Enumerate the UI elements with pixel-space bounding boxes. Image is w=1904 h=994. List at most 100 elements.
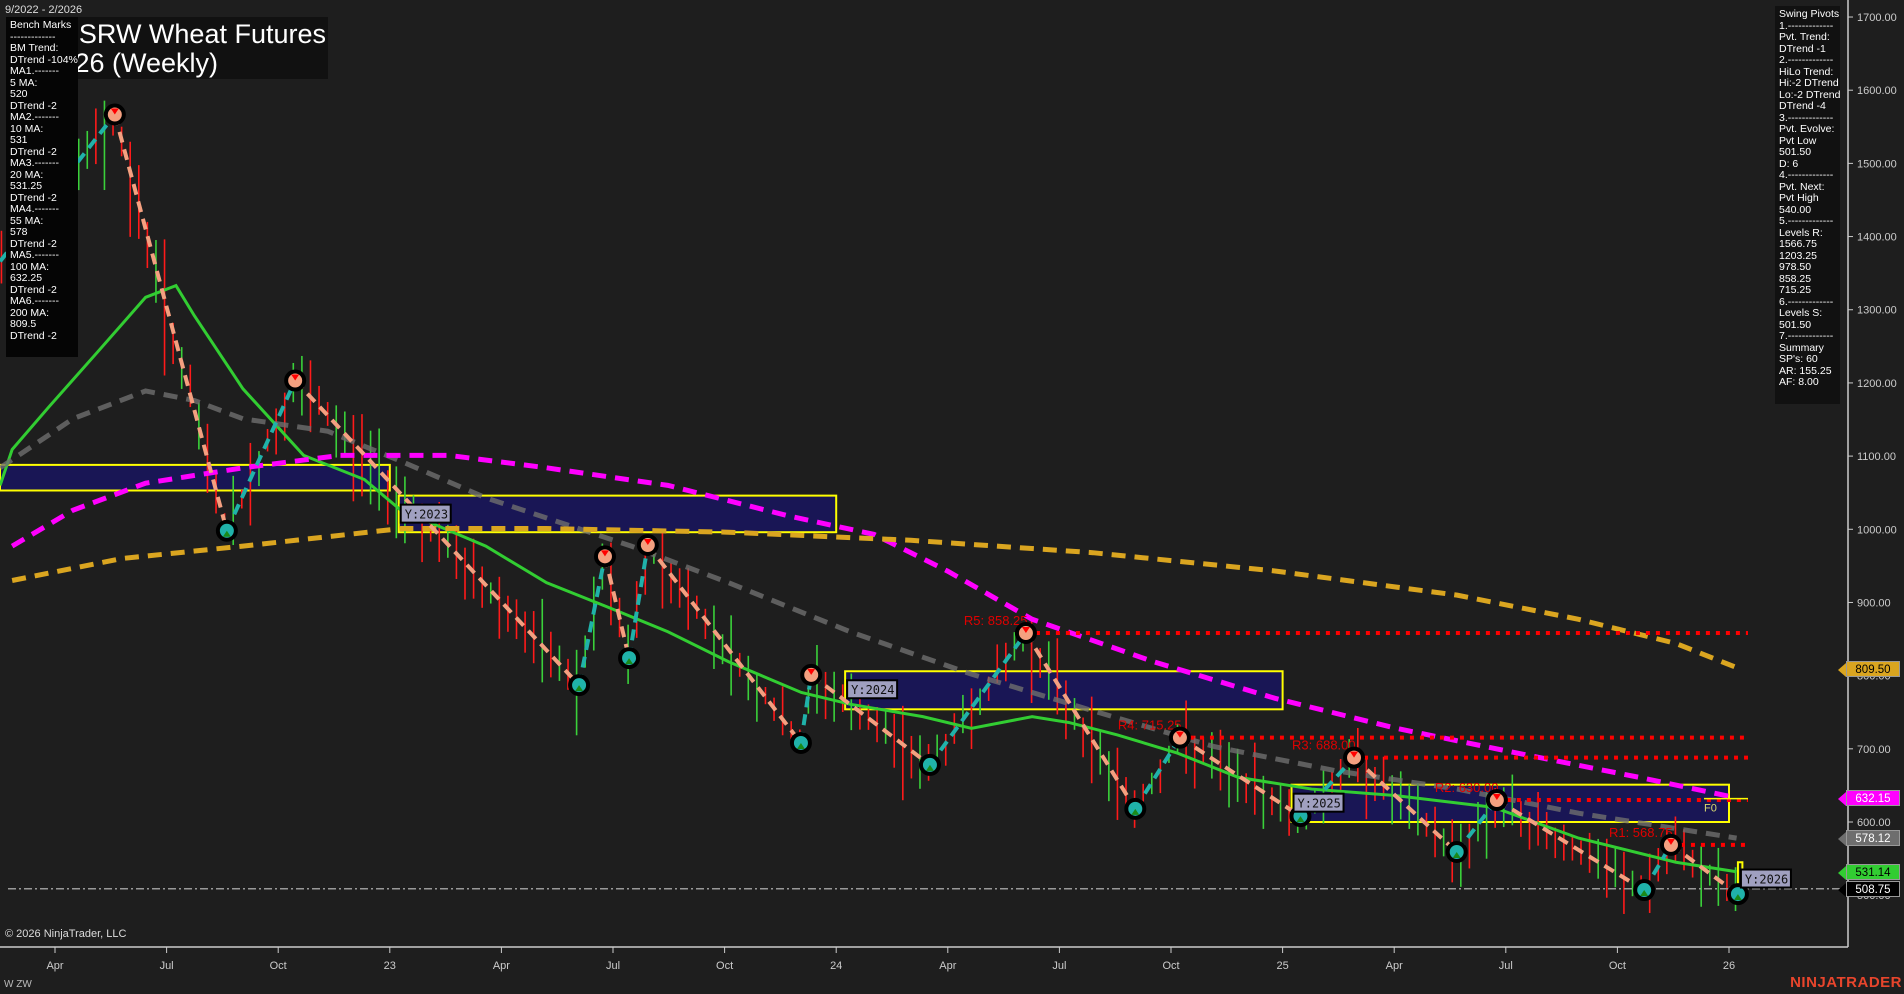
swing-pivots-panel: Swing Pivots 1.------------- Pvt. Trend: DT… [1775,6,1840,404]
y-tick-label: 1300.00 [1857,305,1897,317]
panel-line: Pvt. Trend: [1779,31,1830,43]
y-tick-label: 1400.00 [1857,232,1897,244]
y-tick-label: 1600.00 [1857,85,1897,97]
panel-line: MA3.------- [10,157,59,169]
price-tag: 632.15 [1838,790,1900,807]
panel-line: 978.50 [1779,261,1812,273]
pivot-high-marker [1659,833,1682,856]
pivot-low-marker [618,647,641,670]
y-tick-label: 1700.00 [1857,12,1897,24]
symbol-label: W ZW [4,979,32,990]
fib-label: F0 [1704,803,1717,815]
year-range-box [1290,783,1730,824]
pivot-high-marker [1343,746,1366,769]
year-label: Y:2024 [846,679,899,700]
panel-line: 715.25 [1779,284,1812,296]
year-label-text: Y:2023 [405,508,448,522]
y-tick-label: 1500.00 [1857,158,1897,170]
pivot-high-marker [636,534,659,557]
year-range-box [397,494,838,534]
swing-lines [0,113,1740,896]
chart-title: Chicago SRW Wheat Futures ZW 03-26 (Week… [73,17,328,79]
pivot-low-marker [1445,841,1468,864]
panel-line: BM Trend: [10,42,59,54]
bench-marks-panel: Bench Marks ------------- BM Trend: DTrend … [6,17,78,357]
y-tick-label: 900.00 [1857,597,1891,609]
price-tag: 508.75 [1838,880,1900,897]
title-instrument: Chicago SRW Wheat Futures [73,19,326,49]
x-tick-label: Oct [716,960,733,972]
panel-line: 4.------------- [1779,169,1834,181]
panel-line: 520 [10,88,28,100]
x-tick-label: Apr [493,960,510,972]
x-tick-label: Jul [160,960,174,972]
panel-line: Pvt. Evolve: [1779,123,1835,135]
ninjatrader-logo: NINJATRADER [1790,974,1902,991]
pivot-high-marker [1168,726,1191,749]
price-tag: 809.50 [1838,660,1900,677]
panel-line: MA4.------- [10,203,59,215]
pivot-high-marker [1485,789,1508,812]
panel-line: Pvt High [1779,192,1819,204]
year-label: Y:2026 [1739,868,1792,889]
x-tick-label: 24 [830,960,842,972]
copyright: © 2026 NinjaTrader, LLC [5,928,127,940]
panel-line: AF: 8.00 [1779,376,1819,388]
x-tick-label: 25 [1276,960,1288,972]
x-tick-label: Apr [1386,960,1403,972]
panel-line: 7.------------- [1779,330,1834,342]
swing-pivots [103,103,1749,906]
panel-line: Swing Pivots [1779,8,1840,20]
pivot-low-marker [789,731,812,754]
panel-line: 5.------------- [1779,215,1834,227]
x-tick-label: Jul [1499,960,1513,972]
panel-line: 578 [10,226,28,238]
y-tick-label: 1100.00 [1857,451,1896,463]
y-tick-label: 600.00 [1857,817,1891,829]
panel-line: DTrend -2 [10,329,57,342]
pivot-low-marker [918,753,941,776]
x-tick-label: Jul [1052,960,1066,972]
pivot-high-marker [103,103,126,126]
x-tick-label: 26 [1723,960,1735,972]
y-tick-label: 700.00 [1857,744,1891,756]
panel-line: SP's: 60 [1779,353,1818,365]
y-tick-label: 1000.00 [1857,524,1897,536]
x-tick-label: Apr [46,960,63,972]
year-label: Y:2023 [399,503,452,524]
year-label-text: Y:2026 [1745,873,1788,887]
panel-line: Hi:-2 DTrend [1779,77,1839,89]
swing-line [646,543,803,745]
x-tick-label: 23 [384,960,396,972]
y-tick-label: 1200.00 [1857,378,1897,390]
panel-line: MA6.------- [10,295,59,307]
pivot-low-marker [215,519,238,542]
date-range: 9/2022 - 2/2026 [5,4,83,16]
panel-line: 1566.75 [1779,238,1817,250]
panel-line: 2.------------- [1779,54,1834,66]
panel-line: DTrend -4 [1779,100,1826,112]
x-tick-label: Apr [939,960,956,972]
panel-line: 501.50 [1779,146,1812,158]
pivot-low-marker [1124,797,1147,820]
panel-line: 531 [10,134,28,146]
price-chart[interactable]: R5: 858.25R4: 715.25R3: 688.00R2: 630.00… [0,0,1904,994]
panel-line: Bench Marks [10,19,72,31]
yearly-range-boxes [0,463,1744,893]
pivot-high-marker [284,369,307,392]
panel-line: MA2.------- [10,111,59,123]
pivot-high-marker [593,545,616,568]
year-label-text: Y:2024 [851,683,894,697]
x-tick-label: Jul [606,960,620,972]
year-label: Y:2025 [1292,792,1345,813]
x-tick-label: Oct [1609,960,1626,972]
panel-line: 531.25 [10,180,43,192]
title-contract: ZW 03-26 (Weekly) [73,48,218,78]
pivot-low-marker [1633,879,1656,902]
ma-line-100-ma [10,452,1738,801]
swing-line [627,544,650,659]
panel-line: MA5.------- [10,249,59,261]
ma-line-200-ma [11,526,1738,670]
swing-line [577,555,607,686]
panel-line: 632.25 [10,272,43,284]
